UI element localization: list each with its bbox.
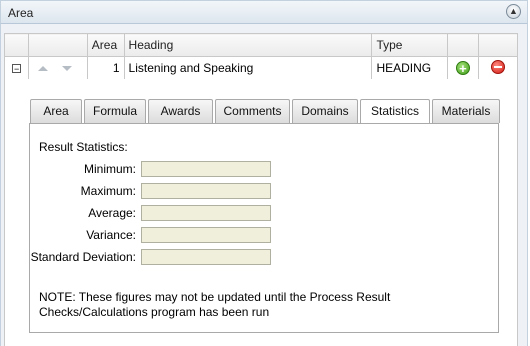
add-icon[interactable]: + xyxy=(455,60,470,75)
variance-field xyxy=(141,227,271,243)
header-order xyxy=(28,33,88,57)
tab-comments[interactable]: Comments xyxy=(215,99,290,123)
row-type: HEADING xyxy=(371,56,449,80)
row-heading: Listening and Speaking xyxy=(123,56,373,80)
minimum-field xyxy=(141,161,271,177)
minimum-label: Minimum: xyxy=(83,162,136,176)
table-row[interactable]: − 1 Listening and Speaking HEADING + xyxy=(3,56,519,80)
statistics-note: NOTE: These figures may not be updated u… xyxy=(39,290,391,319)
header-type[interactable]: Type xyxy=(371,33,449,57)
tab-statistics[interactable]: Statistics xyxy=(360,99,430,124)
row-add-cell: + xyxy=(447,56,479,80)
table-header-row: Area Heading Type xyxy=(3,33,519,57)
variance-label: Variance: xyxy=(86,228,136,242)
maximum-label: Maximum: xyxy=(80,184,136,198)
tab-domains[interactable]: Domains xyxy=(292,99,358,123)
tab-materials[interactable]: Materials xyxy=(432,99,500,123)
header-expander xyxy=(3,33,30,57)
header-delete xyxy=(477,33,519,57)
tab-area[interactable]: Area xyxy=(30,99,82,123)
areas-table: Area Heading Type − 1 Listening and Spea… xyxy=(3,33,519,80)
delete-icon[interactable] xyxy=(490,59,505,74)
header-add xyxy=(447,33,479,57)
standard-deviation-field xyxy=(141,249,271,265)
panel-header: Area ▲ xyxy=(0,0,528,24)
arrow-down-icon[interactable] xyxy=(61,66,72,72)
maximum-field xyxy=(141,183,271,199)
chevron-up-icon[interactable]: ▲ xyxy=(506,4,521,19)
row-delete-cell xyxy=(477,56,519,80)
row-expander-cell: − xyxy=(3,56,30,80)
row-order-cell xyxy=(28,56,88,80)
tab-formula[interactable]: Formula xyxy=(84,99,146,123)
result-statistics-title: Result Statistics: xyxy=(39,140,128,154)
header-area[interactable]: Area xyxy=(86,33,125,57)
panel-title: Area xyxy=(8,6,34,20)
collapse-row-icon[interactable]: − xyxy=(12,64,22,74)
average-field xyxy=(141,205,271,221)
row-area: 1 xyxy=(86,56,125,80)
arrow-up-icon[interactable] xyxy=(38,66,49,72)
header-heading[interactable]: Heading xyxy=(123,33,373,57)
average-label: Average: xyxy=(88,206,136,220)
tab-awards[interactable]: Awards xyxy=(148,99,213,123)
standard-deviation-label: Standard Deviation: xyxy=(30,250,136,264)
